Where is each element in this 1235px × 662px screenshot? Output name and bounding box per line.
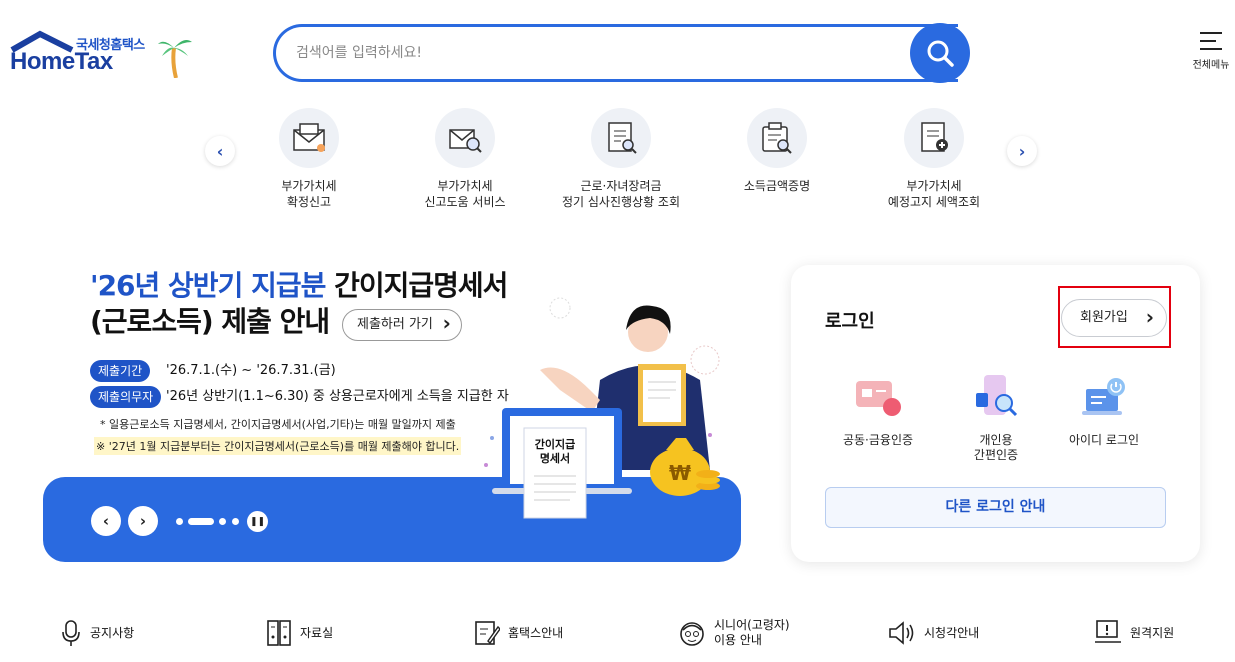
quick-menu-label-1: 근로·자녀장려금 [580, 179, 662, 193]
join-button[interactable]: 회원가입 [1061, 299, 1167, 337]
banner-pause-button[interactable]: ❚❚ [247, 511, 268, 532]
banner-dot[interactable] [176, 518, 183, 525]
bottom-menu-label: 시청각안내 [924, 625, 980, 640]
chevron-left-icon: ‹ [216, 141, 224, 161]
pause-icon: ❚❚ [249, 516, 266, 527]
search-bar [273, 24, 958, 82]
submission-period-tag: 제출기간 [90, 360, 151, 382]
quick-menu-item[interactable]: 근로·자녀장려금정기 심사진행상황 조회 [551, 108, 691, 210]
quick-menu-label-2: 정기 심사진행상황 조회 [561, 195, 681, 209]
quick-menu-label-1: 부가가치세 [906, 179, 962, 193]
chevron-left-icon: ‹ [102, 512, 110, 530]
search-input[interactable] [296, 41, 896, 65]
senior-guide-menu[interactable]: 시니어(고령자) 이용 안내 [678, 615, 790, 651]
quick-menu-item[interactable]: 부가가치세예정고지 세액조회 [864, 108, 1004, 210]
quick-menu-item[interactable]: 소득금액증명 [707, 108, 847, 194]
quick-menu-label-2: 확정신고 [286, 195, 332, 209]
audiovisual-guide-menu[interactable]: 시청각안내 [888, 615, 979, 651]
binder-icon [267, 620, 291, 646]
hometax-guide-menu[interactable]: 홈택스안내 [474, 615, 563, 651]
banner-next-button[interactable]: › [128, 506, 158, 536]
quick-menu-item[interactable]: 부가가치세확정신고 [239, 108, 379, 210]
hometax-logo[interactable]: 국세청홈택스 HomeTax [10, 30, 195, 80]
banner-dot[interactable] [219, 518, 226, 525]
quick-menu-label-1: 소득금액증명 [743, 179, 811, 193]
chevron-right-icon: › [1018, 141, 1026, 161]
quick-menu-label-1: 부가가치세 [281, 179, 337, 193]
senior-icon [680, 622, 704, 646]
submission-period-text: '26.7.1.(수) ~ '26.7.31.(금) [166, 363, 336, 378]
quick-menu-next-button[interactable]: › [1007, 136, 1037, 166]
laptop-power-icon [1076, 373, 1132, 423]
quick-menu-label-2: 신고도움 서비스 [424, 195, 506, 209]
bottom-menu-label-2: 이용 안내 [714, 633, 762, 647]
certificate-card-icon [850, 373, 906, 423]
speaker-icon [889, 621, 914, 645]
phone-search-icon [968, 373, 1024, 423]
search-icon [927, 40, 954, 67]
edit-document-icon [475, 621, 500, 645]
document-add-icon [904, 108, 964, 168]
quick-menu-label-2: 예정고지 세액조회 [887, 195, 981, 209]
bottom-menu-label: 홈택스안내 [508, 625, 564, 640]
svg-text:₩: ₩ [669, 461, 691, 485]
login-option-label-2: 간편인증 [973, 448, 1019, 462]
bottom-menu-label: 자료실 [300, 625, 334, 640]
tax-search-icon [435, 108, 495, 168]
svg-text:간이지급: 간이지급 [535, 437, 575, 451]
quick-menu-prev-button[interactable]: ‹ [205, 136, 235, 166]
login-option-label: 아이디 로그인 [1068, 433, 1140, 447]
document-search-icon [591, 108, 651, 168]
palm-tree-icon [158, 40, 192, 78]
microphone-icon [62, 620, 80, 646]
submit-go-button[interactable]: 제출하러 가기 [342, 308, 462, 341]
login-title: 로그인 [825, 311, 875, 332]
obligated-party-text: '26년 상반기(1.1~6.30) 중 상용근로자에게 소득을 지급한 자 [166, 389, 509, 404]
banner-note-highlight: ※ '27년 1월 지급분부터는 간이지급명세서(근로소득)를 매월 제출해야 … [94, 437, 462, 455]
banner-title-line2: (근로소득) 제출 안내 [90, 305, 330, 338]
simple-auth-login-option[interactable]: 개인용 간편인증 [941, 373, 1051, 463]
remote-support-menu[interactable]: 원격지원 [1094, 615, 1174, 651]
certificate-login-option[interactable]: 공동·금융인증 [823, 373, 933, 448]
quick-menu-label-1: 부가가치세 [437, 179, 493, 193]
notice-menu[interactable]: 공지사항 [60, 615, 134, 651]
banner-note: * 일용근로소득 지급명세서, 간이지급명세서(사업,기타)는 매월 말일까지 … [100, 418, 456, 431]
logo-english-text: HomeTax [10, 48, 113, 75]
bottom-menu-label-1: 시니어(고령자) [714, 618, 790, 632]
all-menu-button[interactable]: 전체메뉴 [1188, 32, 1234, 71]
archive-menu[interactable]: 자료실 [266, 615, 333, 651]
svg-text:명세서: 명세서 [540, 451, 570, 465]
login-card: 로그인 회원가입 공동·금융인증 개인용간편인증 아이디 로그인 다른 로그인 … [791, 265, 1200, 562]
banner-dot[interactable] [232, 518, 239, 525]
login-option-label: 공동·금융인증 [842, 433, 914, 447]
banner-dot-active[interactable] [188, 518, 214, 525]
certificate-search-icon [747, 108, 807, 168]
search-button[interactable] [910, 23, 970, 83]
bottom-menu-label: 공지사항 [90, 625, 135, 640]
tax-envelope-icon [279, 108, 339, 168]
banner-illustration: 간이지급 명세서 ₩ [484, 297, 720, 519]
obligated-party-tag: 제출의무자 [90, 386, 162, 408]
id-login-option[interactable]: 아이디 로그인 [1049, 373, 1159, 448]
quick-menu-item[interactable]: 부가가치세신고도움 서비스 [395, 108, 535, 210]
chevron-right-icon: › [139, 512, 147, 530]
hamburger-icon [1200, 32, 1222, 50]
banner-prev-button[interactable]: ‹ [91, 506, 121, 536]
bottom-menu-label: 원격지원 [1130, 625, 1175, 640]
other-login-guide-button[interactable]: 다른 로그인 안내 [825, 487, 1166, 528]
banner-title-highlight: '26년 상반기 지급분 [90, 269, 326, 302]
login-option-label-1: 개인용 [979, 433, 1013, 447]
all-menu-label: 전체메뉴 [1192, 60, 1230, 71]
remote-support-icon [1095, 620, 1121, 643]
